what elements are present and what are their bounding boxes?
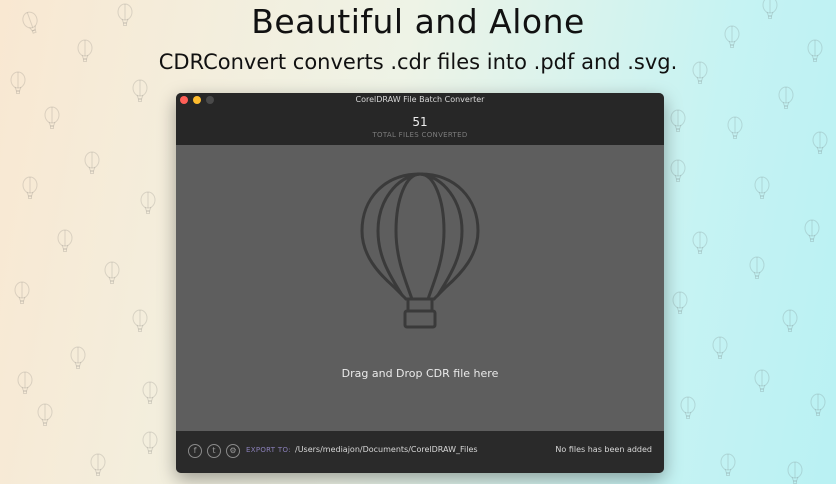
promo-headline: Beautiful and Alone bbox=[251, 2, 585, 41]
promo-subline: CDRConvert converts .cdr files into .pdf… bbox=[158, 50, 678, 74]
drop-prompt: Drag and Drop CDR file here bbox=[341, 367, 499, 380]
footer-bar: f t ⚙ EXPORT TO: /Users/mediajon/Documen… bbox=[176, 431, 664, 473]
facebook-icon[interactable]: f bbox=[188, 444, 202, 458]
drop-zone[interactable]: Drag and Drop CDR file here bbox=[176, 145, 664, 425]
files-converted-count: 51 bbox=[412, 115, 428, 129]
gear-icon[interactable]: ⚙ bbox=[226, 444, 240, 458]
status-text: No files has been added bbox=[555, 445, 652, 454]
twitter-icon[interactable]: t bbox=[207, 444, 221, 458]
export-path[interactable]: /Users/mediajon/Documents/CorelDRAW_File… bbox=[295, 445, 478, 454]
title-bar[interactable]: CorelDRAW File Batch Converter 51 TOTAL … bbox=[176, 93, 664, 145]
export-label: EXPORT TO: bbox=[246, 446, 291, 454]
hot-air-balloon-icon bbox=[360, 172, 480, 329]
files-converted-label: TOTAL FILES CONVERTED bbox=[372, 131, 468, 139]
window-title: CorelDRAW File Batch Converter bbox=[355, 95, 485, 104]
app-window: CorelDRAW File Batch Converter 51 TOTAL … bbox=[176, 93, 664, 473]
